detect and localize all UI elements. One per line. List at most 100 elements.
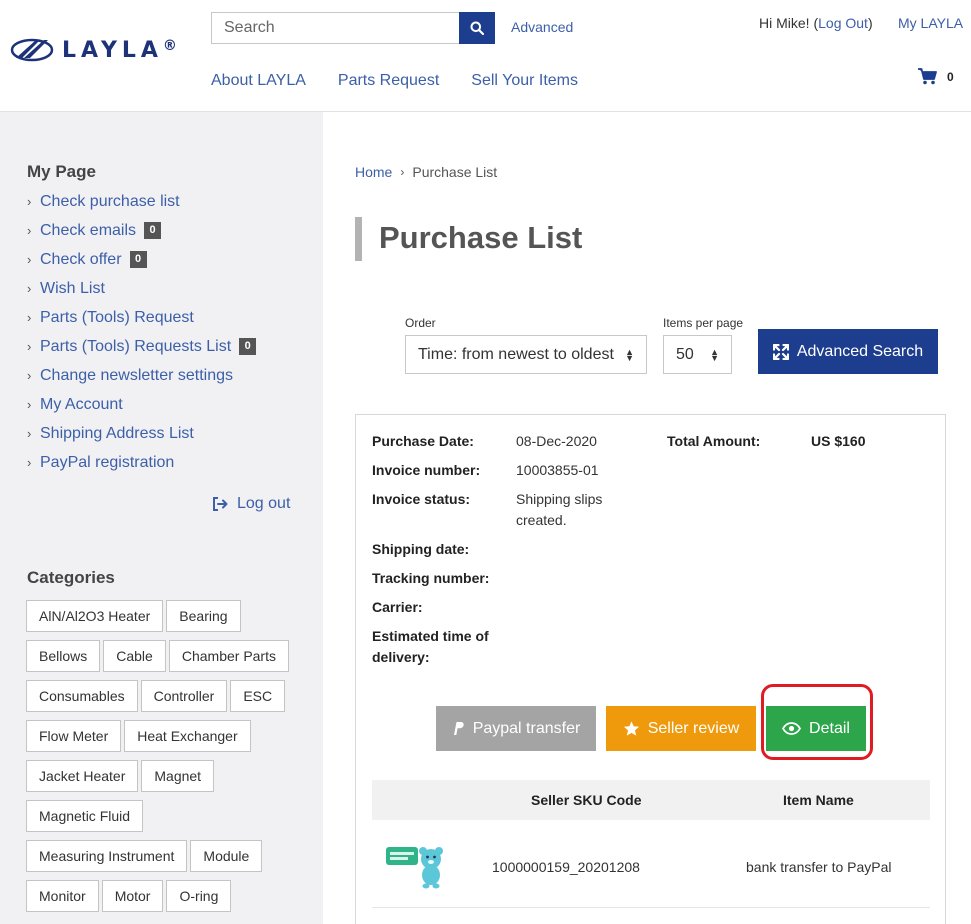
count-badge: 0 xyxy=(129,251,147,268)
sign-out-icon xyxy=(213,497,228,511)
sidebar-item-check-purchase-list[interactable]: › Check purchase list xyxy=(27,187,256,216)
category-tag[interactable]: Jacket Heater xyxy=(26,760,139,792)
paypal-transfer-button[interactable]: Paypal transfer xyxy=(436,706,596,751)
category-tag[interactable]: Motor xyxy=(101,880,164,912)
category-tag[interactable]: Bearing xyxy=(166,600,241,632)
expand-arrows-icon xyxy=(772,343,789,360)
sidebar-item-check-offer[interactable]: › Check offer 0 xyxy=(27,245,256,274)
invoice-number-label: Invoice number: xyxy=(372,462,481,478)
shopping-cart-icon xyxy=(918,68,937,85)
logo-text: LAYLA® xyxy=(62,37,177,63)
category-tag[interactable]: O-ring xyxy=(166,880,232,912)
star-icon xyxy=(623,720,639,736)
sidebar-item-newsletter-settings[interactable]: › Change newsletter settings xyxy=(27,361,256,390)
order-select[interactable]: Time: from newest to oldest ▲ ▼ xyxy=(405,335,647,374)
category-tag[interactable]: Monitor xyxy=(26,880,99,912)
breadcrumb: Home › Purchase List xyxy=(355,164,497,180)
seller-sku-cell: 1000000159_20201208 xyxy=(492,859,640,875)
category-tag[interactable]: ESC xyxy=(230,680,286,712)
column-header-item-name: Item Name xyxy=(783,792,854,808)
sidebar-item-wish-list[interactable]: › Wish List xyxy=(27,274,256,303)
chevron-right-icon: › xyxy=(27,426,32,441)
advanced-search-button[interactable]: Advanced Search xyxy=(758,329,938,374)
page-title: Purchase List xyxy=(379,220,583,255)
invoice-status-value: Shipping slips created. xyxy=(516,491,603,528)
item-thumbnail xyxy=(384,833,444,893)
category-tag[interactable]: Chamber Parts xyxy=(168,640,289,672)
cart-button[interactable]: 0 xyxy=(918,68,954,85)
category-tag[interactable]: Magnet xyxy=(141,760,215,792)
category-list: AlN/Al2O3 Heater Bearing Bellows Cable C… xyxy=(26,600,296,912)
my-page-title: My Page xyxy=(27,162,96,181)
category-tag[interactable]: Bellows xyxy=(26,640,101,672)
order-label: Order xyxy=(405,316,436,330)
seller-review-button[interactable]: Seller review xyxy=(606,706,756,751)
invoice-status-label: Invoice status: xyxy=(372,491,471,507)
chevron-right-icon: › xyxy=(27,281,32,296)
header-logout-link[interactable]: Log Out xyxy=(818,15,868,31)
category-tag[interactable]: Consumables xyxy=(26,680,138,712)
layla-logo[interactable]: LAYLA® xyxy=(10,36,177,64)
search-button[interactable] xyxy=(459,12,495,44)
purchase-date-label: Purchase Date: xyxy=(372,433,474,449)
eta-label: Estimated time of delivery: xyxy=(372,628,489,665)
main-nav: About LAYLA Parts Request Sell Your Item… xyxy=(211,72,578,90)
items-per-page-select[interactable]: 50 ▲ ▼ xyxy=(663,335,732,374)
search-icon xyxy=(470,21,484,35)
category-tag[interactable]: Heat Exchanger xyxy=(124,720,251,752)
sidebar-item-parts-request[interactable]: › Parts (Tools) Request xyxy=(27,303,256,332)
purchase-card: Purchase Date: 08-Dec-2020 Total Amount:… xyxy=(355,414,946,924)
nav-about-layla[interactable]: About LAYLA xyxy=(211,72,306,90)
bear-mascot-icon xyxy=(386,847,443,889)
detail-highlight-annotation xyxy=(761,684,873,760)
breadcrumb-current: Purchase List xyxy=(412,164,498,180)
category-tag[interactable]: Magnetic Fluid xyxy=(26,800,144,832)
carrier-label: Carrier: xyxy=(372,599,423,615)
categories-title: Categories xyxy=(27,568,115,587)
invoice-number-value: 10003855-01 xyxy=(516,462,599,478)
count-badge: 0 xyxy=(144,222,162,239)
chevron-right-icon: › xyxy=(27,339,32,354)
category-tag[interactable]: Controller xyxy=(140,680,228,712)
chevron-right-icon: › xyxy=(27,194,32,209)
total-amount-label: Total Amount: xyxy=(667,433,761,449)
category-tag[interactable]: Measuring Instrument xyxy=(26,840,188,872)
advanced-search-link[interactable]: Advanced xyxy=(511,19,573,35)
paypal-icon xyxy=(453,722,464,735)
nav-sell-your-items[interactable]: Sell Your Items xyxy=(471,72,578,90)
table-row[interactable]: 1000000159_20201208 bank transfer to Pay… xyxy=(372,820,930,908)
cart-count: 0 xyxy=(947,69,954,84)
chevron-right-icon: › xyxy=(400,165,405,179)
sidebar-item-paypal-registration[interactable]: › PayPal registration xyxy=(27,448,256,477)
nav-parts-request[interactable]: Parts Request xyxy=(338,72,439,90)
sidebar-item-parts-requests-list[interactable]: › Parts (Tools) Requests List 0 xyxy=(27,332,257,361)
breadcrumb-home-link[interactable]: Home xyxy=(355,164,392,180)
chevron-right-icon: › xyxy=(27,252,32,267)
category-tag[interactable]: Cable xyxy=(103,640,166,672)
user-greeting: Hi Mike! (Log Out) xyxy=(759,15,873,31)
column-header-seller-sku: Seller SKU Code xyxy=(531,792,642,808)
sidebar-item-my-account[interactable]: › My Account xyxy=(27,390,256,419)
chevron-right-icon: › xyxy=(27,455,32,470)
sidebar-item-shipping-address-list[interactable]: › Shipping Address List xyxy=(27,419,256,448)
count-badge: 0 xyxy=(239,338,257,355)
select-arrows-icon: ▲ ▼ xyxy=(710,346,719,363)
search-input[interactable] xyxy=(211,12,460,44)
shipping-date-label: Shipping date: xyxy=(372,541,470,557)
purchase-date-value: 08-Dec-2020 xyxy=(516,433,597,449)
total-amount-value: US $160 xyxy=(811,433,866,449)
chevron-right-icon: › xyxy=(27,310,32,325)
layla-logo-icon xyxy=(10,38,54,62)
chevron-right-icon: › xyxy=(27,223,32,238)
my-layla-link[interactable]: My LAYLA xyxy=(898,15,963,31)
sidebar: My Page › Check purchase list › Check emai… xyxy=(0,112,323,924)
items-table-header: Seller SKU Code Item Name xyxy=(372,780,930,820)
item-name-cell: bank transfer to PayPal xyxy=(746,859,892,875)
sidebar-logout-link[interactable]: Log out xyxy=(212,495,290,513)
my-page-menu: › Check purchase list › Check emails 0 › Che… xyxy=(27,187,257,477)
category-tag[interactable]: Module xyxy=(190,840,263,872)
category-tag[interactable]: Flow Meter xyxy=(26,720,122,752)
category-tag[interactable]: AlN/Al2O3 Heater xyxy=(26,600,164,632)
site-header: LAYLA® Advanced About LAYLA Parts Reques… xyxy=(0,0,971,112)
sidebar-item-check-emails[interactable]: › Check emails 0 xyxy=(27,216,256,245)
